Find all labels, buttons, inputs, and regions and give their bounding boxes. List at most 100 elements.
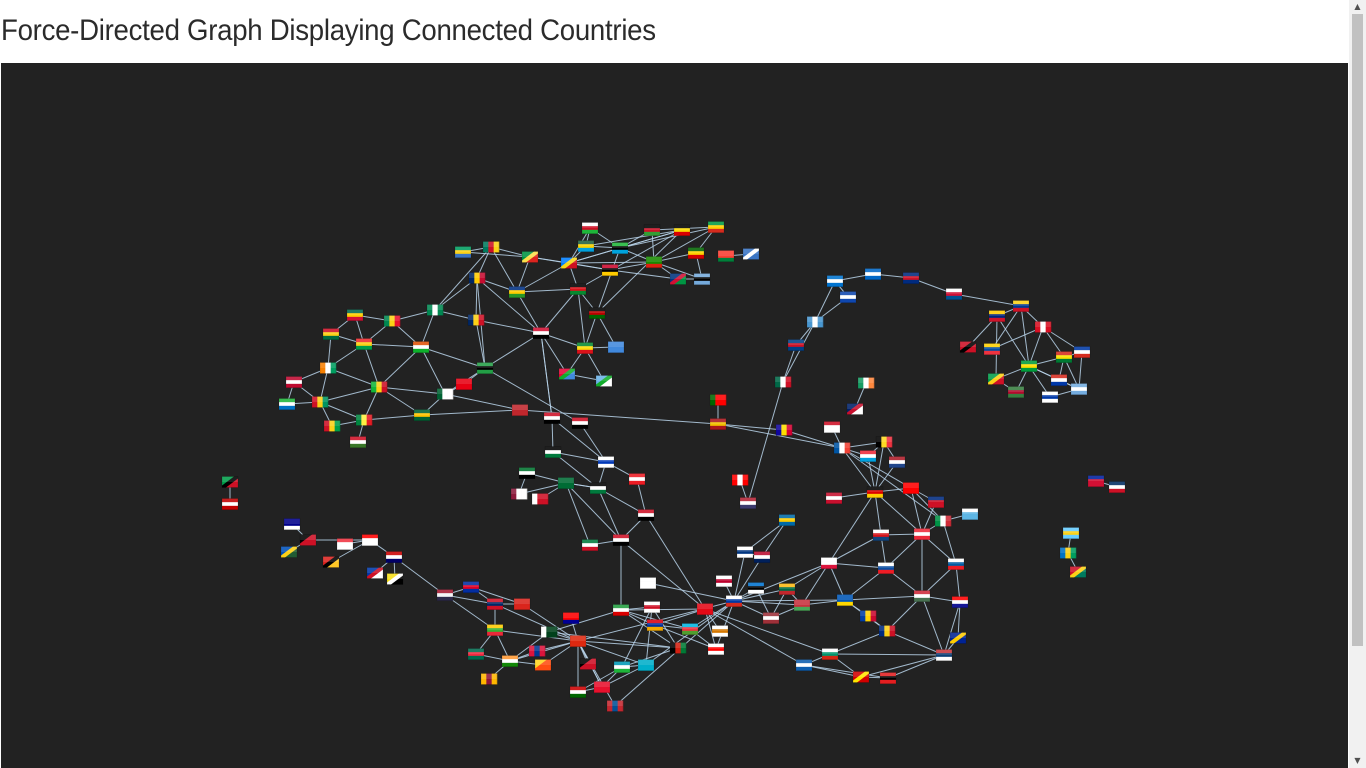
country-flag-node-lc[interactable] <box>1062 527 1080 539</box>
country-flag-node-ru[interactable] <box>725 595 743 607</box>
country-flag-node-ke[interactable] <box>588 307 606 319</box>
country-flag-node-lb[interactable] <box>628 473 646 485</box>
country-flag-node-tz[interactable] <box>611 242 629 254</box>
scroll-down-arrow-icon[interactable]: ▼ <box>1349 754 1366 768</box>
country-flag-node-ug[interactable] <box>673 224 691 236</box>
country-flag-node-ad[interactable] <box>775 424 793 436</box>
country-flag-node-in[interactable] <box>501 655 519 667</box>
country-flag-node-pt[interactable] <box>709 394 727 406</box>
country-flag-node-lk[interactable] <box>480 673 498 685</box>
country-flag-node-iq[interactable] <box>612 534 630 546</box>
country-flag-node-bj[interactable] <box>383 315 401 327</box>
country-flag-node-mc[interactable] <box>823 421 841 433</box>
country-flag-node-tn[interactable] <box>455 378 473 390</box>
country-flag-node-tg[interactable] <box>346 309 364 321</box>
country-flag-node-ga[interactable] <box>454 246 472 258</box>
country-flag-node-ly[interactable] <box>476 362 494 374</box>
country-flag-node-it[interactable] <box>934 515 952 527</box>
country-flag-node-rw[interactable] <box>577 240 595 252</box>
country-flag-node-kr[interactable] <box>639 577 657 589</box>
country-flag-node-sg[interactable] <box>336 538 354 550</box>
country-flag-node-sb[interactable] <box>280 546 298 558</box>
country-flag-node-li[interactable] <box>927 496 945 508</box>
country-flag-node-bi[interactable] <box>581 222 599 234</box>
country-flag-node-my[interactable] <box>385 551 403 563</box>
country-flag-node-ps[interactable] <box>544 446 562 458</box>
country-flag-node-tl[interactable] <box>322 556 340 568</box>
country-flag-node-cy[interactable] <box>711 625 729 637</box>
country-flag-node-sd[interactable] <box>532 327 550 339</box>
country-flag-node-cf[interactable] <box>508 286 526 298</box>
country-flag-node-pk[interactable] <box>540 626 558 638</box>
graph-panel[interactable] <box>1 63 1348 768</box>
country-flag-node-mr[interactable] <box>413 409 431 421</box>
country-flag-node-ml[interactable] <box>370 381 388 393</box>
country-flag-node-rs[interactable] <box>935 649 953 661</box>
country-flag-node-al[interactable] <box>879 672 897 684</box>
country-flag-node-se[interactable] <box>778 514 796 526</box>
country-flag-node-uy[interactable] <box>1041 391 1059 403</box>
country-flag-node-qa[interactable] <box>510 488 528 500</box>
country-flag-node-sa[interactable] <box>557 477 575 489</box>
country-flag-node-cz[interactable] <box>872 529 890 541</box>
country-flag-node-ca[interactable] <box>731 474 749 486</box>
scroll-up-arrow-icon[interactable]: ▲ <box>1349 0 1366 14</box>
country-flag-node-kg[interactable] <box>593 681 611 693</box>
country-flag-node-tm[interactable] <box>643 601 661 613</box>
country-flag-node-af[interactable] <box>669 642 687 654</box>
country-flag-node-no[interactable] <box>753 551 771 563</box>
country-flag-node-cr[interactable] <box>902 272 920 284</box>
country-flag-node-uz[interactable] <box>613 661 631 673</box>
country-flag-node-ch[interactable] <box>902 482 920 494</box>
country-flag-node-sm[interactable] <box>961 508 979 520</box>
country-flag-node-ge[interactable] <box>707 643 725 655</box>
country-flag-node-gb[interactable] <box>846 403 864 415</box>
country-flag-node-mw[interactable] <box>643 224 661 236</box>
country-flag-node-ne2[interactable] <box>467 314 485 326</box>
country-flag-node-tt[interactable] <box>959 341 977 353</box>
country-flag-node-dk[interactable] <box>825 492 843 504</box>
country-flag-node-cg[interactable] <box>521 251 539 263</box>
country-flag-node-nl[interactable] <box>888 456 906 468</box>
country-flag-node-dj[interactable] <box>595 375 613 387</box>
country-flag-node-sk[interactable] <box>877 562 895 574</box>
country-flag-node-ao[interactable] <box>601 264 619 276</box>
country-flag-node-gw[interactable] <box>323 420 341 432</box>
country-flag-node-py[interactable] <box>1050 374 1068 386</box>
country-flag-node-mk[interactable] <box>852 671 870 683</box>
country-flag-node-ar[interactable] <box>1070 383 1088 395</box>
country-flag-node-gy[interactable] <box>987 373 1005 385</box>
country-flag-node-kh[interactable] <box>462 581 480 593</box>
country-flag-node-ua[interactable] <box>836 594 854 606</box>
country-flag-node-ir[interactable] <box>612 604 630 616</box>
country-flag-node-gr[interactable] <box>795 659 813 671</box>
country-flag-node-pl[interactable] <box>820 557 838 569</box>
country-flag-node-cm[interactable] <box>482 241 500 253</box>
country-flag-node-pa[interactable] <box>945 288 963 300</box>
country-flag-node-hu[interactable] <box>913 590 931 602</box>
country-flag-node-ba[interactable] <box>949 632 967 644</box>
country-flag-node-br[interactable] <box>1020 360 1038 372</box>
country-flag-node-ie[interactable] <box>857 377 875 389</box>
country-flag-node-et[interactable] <box>576 342 594 354</box>
country-flag-node-bo[interactable] <box>1055 351 1073 363</box>
country-flag-node-co[interactable] <box>1012 300 1030 312</box>
country-flag-node-bf[interactable] <box>355 338 373 350</box>
country-flag-node-md[interactable] <box>859 610 877 622</box>
country-flag-node-ec[interactable] <box>983 343 1001 355</box>
country-flag-node-gd[interactable] <box>1069 566 1087 578</box>
country-flag-node-gn[interactable] <box>311 396 329 408</box>
country-flag-node-lt[interactable] <box>778 583 796 595</box>
country-flag-node-au[interactable] <box>283 518 301 530</box>
country-flag-node-do[interactable] <box>1108 481 1126 493</box>
country-flag-node-ne[interactable] <box>412 341 430 353</box>
country-flag-node-na[interactable] <box>669 273 687 285</box>
country-flag-node-mz[interactable] <box>707 221 725 233</box>
country-flag-node-mg[interactable] <box>717 250 735 262</box>
country-flag-node-ma[interactable] <box>511 404 529 416</box>
country-flag-node-bt[interactable] <box>534 659 552 671</box>
country-flag-node-ve[interactable] <box>988 310 1006 322</box>
country-flag-node-bz[interactable] <box>787 339 805 351</box>
country-flag-node-ae[interactable] <box>518 467 536 479</box>
country-flag-node-at[interactable] <box>913 528 931 540</box>
